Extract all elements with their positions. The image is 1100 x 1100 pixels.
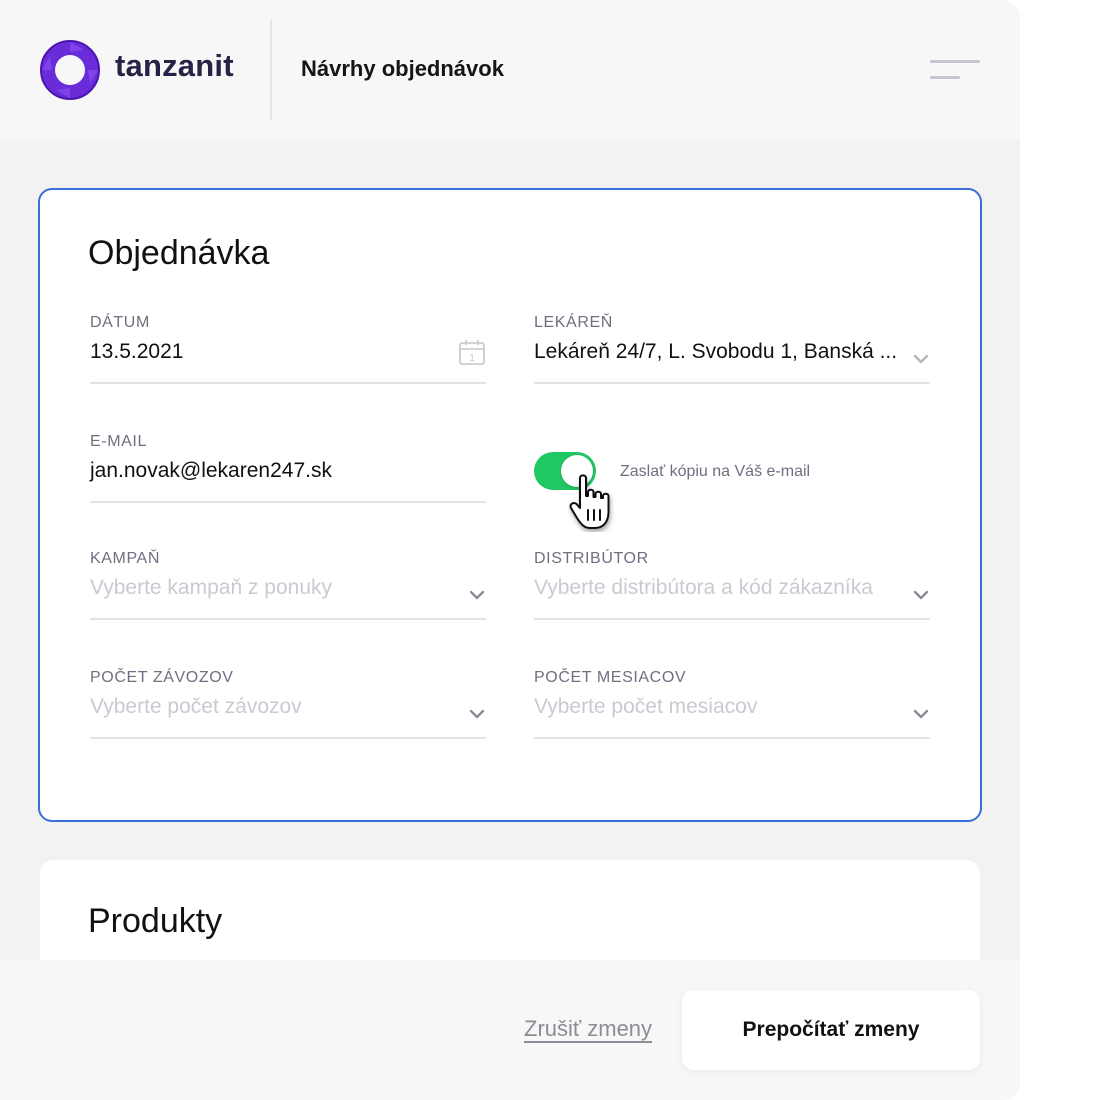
distributor-underline [534, 618, 930, 620]
months-underline [534, 737, 930, 739]
months-label: POČET MESIACOV [534, 669, 687, 686]
order-card-title: Objednávka [88, 234, 270, 272]
footer-bar: Zrušiť zmeny Prepočítať zmeny [0, 960, 1020, 1100]
brand-name: tanzanit [115, 48, 234, 83]
chevron-down-icon[interactable] [468, 588, 486, 602]
campaign-label: KAMPAŇ [90, 550, 160, 567]
deliveries-label: POČET ZÁVOZOV [90, 669, 234, 686]
campaign-underline [90, 618, 486, 620]
page-title: Návrhy objednávok [301, 56, 504, 81]
distributor-select[interactable]: DISTRIBÚTOR Vyberte distribútora a kód z… [534, 550, 930, 640]
chevron-down-icon[interactable] [912, 588, 930, 602]
date-label: DÁTUM [90, 314, 150, 331]
app-window: tanzanit Návrhy objednávok Objednávka DÁ… [0, 0, 1020, 1100]
calendar-day: 1 [469, 353, 475, 364]
chevron-down-icon[interactable] [912, 707, 930, 721]
cancel-changes-link[interactable]: Zrušiť zmeny [524, 1016, 652, 1042]
order-card: Objednávka DÁTUM 13.5.2021 1 LEKÁREŇ Lek… [38, 188, 982, 822]
date-underline [90, 382, 486, 384]
months-placeholder[interactable]: Vyberte počet mesiacov [534, 695, 757, 719]
chevron-down-icon[interactable] [468, 707, 486, 721]
header: tanzanit Návrhy objednávok [0, 0, 1020, 140]
products-card-title: Produkty [88, 902, 223, 940]
pharmacy-select[interactable]: LEKÁREŇ Lekáreň 24/7, L. Svobodu 1, Bans… [534, 314, 930, 404]
distributor-placeholder[interactable]: Vyberte distribútora a kód zákazníka [534, 576, 873, 600]
calendar-icon[interactable]: 1 [458, 338, 486, 366]
campaign-placeholder[interactable]: Vyberte kampaň z ponuky [90, 576, 332, 600]
date-value[interactable]: 13.5.2021 [90, 340, 183, 364]
email-value[interactable]: jan.novak@lekaren247.sk [90, 459, 332, 483]
tanzanit-logo-icon [40, 40, 100, 100]
deliveries-placeholder[interactable]: Vyberte počet závozov [90, 695, 302, 719]
date-field[interactable]: DÁTUM 13.5.2021 1 [90, 314, 486, 404]
pharmacy-label: LEKÁREŇ [534, 314, 613, 331]
pharmacy-value[interactable]: Lekáreň 24/7, L. Svobodu 1, Banská ... [534, 340, 897, 364]
hand-cursor-icon [569, 474, 610, 529]
recalculate-button[interactable]: Prepočítať zmeny [682, 990, 980, 1070]
header-divider [270, 20, 272, 120]
email-label: E-MAIL [90, 433, 147, 450]
distributor-label: DISTRIBÚTOR [534, 550, 649, 567]
pharmacy-underline [534, 382, 930, 384]
email-underline [90, 501, 486, 503]
campaign-select[interactable]: KAMPAŇ Vyberte kampaň z ponuky [90, 550, 486, 640]
email-field[interactable]: E-MAIL jan.novak@lekaren247.sk [90, 433, 486, 523]
deliveries-underline [90, 737, 486, 739]
months-select[interactable]: POČET MESIACOV Vyberte počet mesiacov [534, 669, 930, 759]
deliveries-select[interactable]: POČET ZÁVOZOV Vyberte počet závozov [90, 669, 486, 759]
menu-icon[interactable] [926, 58, 982, 84]
chevron-down-icon[interactable] [912, 352, 930, 366]
copy-email-label: Zaslať kópiu na Váš e-mail [620, 463, 811, 480]
